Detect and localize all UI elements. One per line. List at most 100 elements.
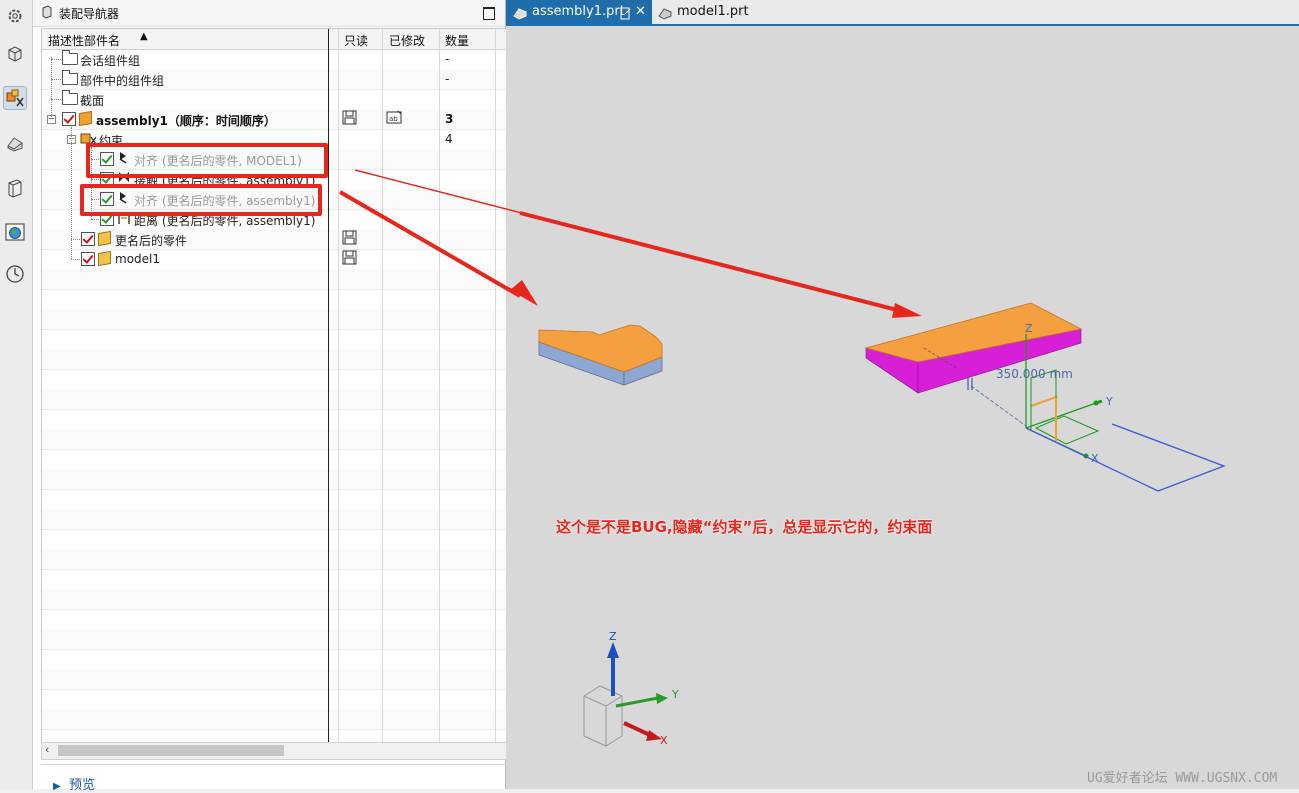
tree-row-sections[interactable]: 截面 (42, 89, 530, 110)
assembly-navigator-title-icon (41, 5, 53, 22)
sort-ascending-icon[interactable]: ▲ (140, 31, 148, 42)
empty-row (42, 629, 530, 650)
column-header-modified[interactable]: 已修改 (389, 32, 425, 49)
highlight-box-align-1 (86, 143, 328, 178)
maximize-icon[interactable] (483, 7, 495, 20)
modified-icon: ab (386, 110, 404, 128)
empty-row (42, 269, 530, 290)
empty-row (42, 669, 530, 690)
row-label: 更名后的零件 (115, 234, 188, 248)
empty-row (42, 329, 530, 350)
navigator-tree-table: 描述性部件名 ▲ 只读 已修改 数量 会话组件组 - 部件中的组件组 - 截面 … (41, 28, 531, 743)
part-navigator-icon[interactable] (3, 42, 27, 66)
scroll-left-icon[interactable]: ‹ (45, 743, 49, 756)
tree-row-assembly1[interactable]: − assembly1（顺序：时间顺序） ab 3 (42, 109, 530, 130)
l-shaped-part[interactable] (538, 324, 663, 386)
highlight-box-align-2 (80, 184, 322, 216)
datum-axis-x-label: X (1091, 452, 1099, 465)
empty-row (42, 649, 530, 670)
column-divider[interactable] (439, 29, 440, 742)
tree-connector (51, 99, 61, 100)
forum-watermark: UG爱好者论坛 WWW.UGSNX.COM (1087, 771, 1278, 786)
tree-row-model1[interactable]: model1 (42, 249, 530, 270)
tree-row-session-group[interactable]: 会话组件组 - (42, 49, 530, 70)
row-label: 截面 (80, 94, 105, 108)
empty-row (42, 449, 530, 470)
empty-row (42, 569, 530, 590)
history-clock-icon[interactable] (3, 262, 27, 286)
assembly-icon (79, 110, 92, 127)
empty-row (42, 369, 530, 390)
triad-z-label: Z (609, 630, 617, 643)
row-label: 部件中的组件组 (80, 74, 165, 88)
empty-row (42, 349, 530, 370)
dimension-value: 350.000 mm (996, 367, 1073, 381)
horizontal-scrollbar[interactable]: ‹ › (41, 742, 531, 760)
settings-gear-icon[interactable] (3, 4, 27, 28)
tab-model1[interactable]: model1.prt (652, 0, 762, 24)
column-header-name[interactable]: 描述性部件名 (48, 32, 120, 49)
tree-connector (91, 219, 99, 220)
column-divider[interactable] (382, 29, 383, 742)
empty-row (42, 429, 530, 450)
row-label: assembly1（顺序：时间顺序） (96, 114, 276, 128)
empty-row (42, 489, 530, 510)
folder-icon (62, 90, 78, 105)
constraint-navigator-icon[interactable] (3, 132, 27, 156)
row-label: model1 (115, 252, 160, 266)
row-label: 会话组件组 (80, 54, 141, 68)
column-divider[interactable] (495, 29, 496, 742)
resource-bar (0, 0, 33, 789)
visibility-checkbox[interactable] (81, 232, 95, 246)
triad-x-label: X (660, 734, 668, 747)
web-browser-icon[interactable] (3, 220, 27, 244)
row-quantity: 4 (445, 132, 453, 146)
tree-connector (51, 79, 61, 80)
reuse-library-icon[interactable] (3, 176, 27, 200)
navigator-title: 装配导航器 (59, 7, 120, 21)
readonly-save-icon (342, 110, 357, 128)
column-divider[interactable] (338, 29, 339, 742)
empty-row (42, 309, 530, 330)
visibility-checkbox[interactable] (62, 112, 76, 126)
tree-connector (71, 259, 80, 260)
assembly-navigator-icon[interactable] (3, 86, 27, 110)
document-tabs: assembly1.prt ✕ model1.prt (506, 0, 1299, 26)
column-divider[interactable] (328, 29, 329, 742)
scrollbar-thumb[interactable] (58, 745, 284, 756)
empty-row (42, 589, 530, 610)
tab-assembly1[interactable]: assembly1.prt ✕ (506, 0, 652, 24)
expand-arrow-icon: ▶ (53, 781, 61, 792)
empty-row (42, 689, 530, 710)
empty-row (42, 469, 530, 490)
preview-label[interactable]: ▶ 预览 (53, 774, 95, 793)
tab-close-icon[interactable]: ✕ (635, 0, 646, 24)
viewport-scene: Z Y X 350.000 mm Z Y X (538, 302, 1226, 747)
column-header-readonly[interactable]: 只读 (344, 32, 368, 49)
tree-connector (71, 239, 80, 240)
tab-label: model1.prt (677, 4, 749, 19)
visibility-checkbox[interactable] (81, 252, 95, 266)
graphics-viewport[interactable]: Z Y X 350.000 mm Z Y X (506, 26, 1299, 789)
empty-row (42, 289, 530, 310)
column-header-quantity[interactable]: 数量 (445, 32, 469, 49)
tree-row-renamed-part[interactable]: 更名后的零件 (42, 229, 530, 250)
tab-label: assembly1.prt (532, 4, 625, 19)
part-icon (98, 250, 111, 267)
assembly-navigator-panel: 装配导航器 描述性部件名 ▲ 只读 已修改 数量 会话组件组 - 部件中的组件组… (33, 0, 531, 793)
empty-row (42, 389, 530, 410)
preview-section[interactable]: ▶ 预览 (41, 764, 511, 793)
tree-connector (51, 59, 61, 60)
table-header: 描述性部件名 ▲ 只读 已修改 数量 (42, 29, 530, 50)
svg-text:ab: ab (389, 115, 398, 123)
row-quantity: - (445, 72, 450, 86)
readonly-save-icon (342, 230, 357, 248)
empty-row (42, 409, 530, 430)
row-quantity: 3 (445, 112, 454, 126)
view-triad[interactable]: Z Y X (583, 630, 679, 747)
empty-row (42, 709, 530, 730)
readonly-save-icon (342, 250, 357, 268)
tree-row-part-group[interactable]: 部件中的组件组 - (42, 69, 530, 90)
empty-row (42, 729, 530, 742)
navigator-title-bar: 装配导航器 (33, 0, 505, 27)
